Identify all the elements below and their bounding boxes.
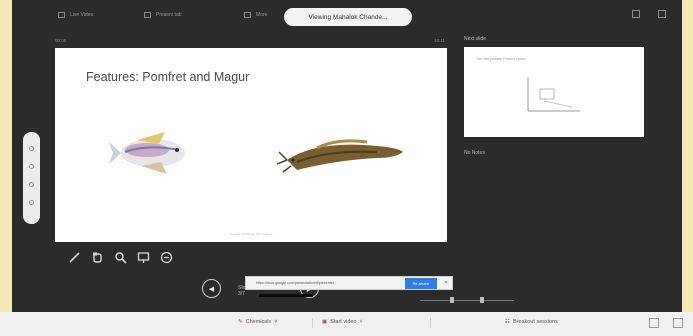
speaker-notes: No Notes — [464, 150, 485, 156]
current-slide[interactable]: Features: Pomfret and Magur Pomfret and … — [55, 48, 447, 242]
slide-title: Features: Pomfret and Magur — [86, 70, 250, 84]
viewing-banner: Viewing Mahalok Chande... — [284, 8, 412, 26]
chevron-down-icon: ˅ — [274, 319, 278, 325]
zoom-slider[interactable] — [420, 297, 514, 305]
share-toast: https://docs.google.com/presentation/d/p… — [245, 276, 453, 290]
top-item-more[interactable]: More — [244, 9, 267, 21]
bottom-taskbar: ✎ Chemicals ˅ ▣ Start video ˅ ☷ Breakout… — [0, 312, 693, 336]
reshare-button[interactable]: Re-share — [404, 277, 437, 289]
rail-dot-icon[interactable] — [29, 146, 34, 151]
zoom-icon[interactable] — [113, 250, 127, 264]
taskbar-item-breakout[interactable]: ☷ Breakout sessions — [505, 319, 558, 325]
people-icon: ☷ — [505, 319, 510, 325]
taskbar-label: Breakout sessions — [512, 319, 558, 325]
chevron-left-icon: ◀ — [208, 285, 215, 293]
pen-icon: ✎ — [238, 319, 243, 325]
video-icon — [58, 12, 65, 18]
divider — [312, 318, 313, 328]
divider — [430, 318, 431, 328]
slider-knob[interactable] — [480, 297, 484, 303]
window-controls — [632, 10, 666, 18]
rail-dot-icon[interactable] — [29, 200, 34, 205]
rail-dot-icon[interactable] — [29, 182, 34, 187]
share-icon — [144, 12, 151, 18]
minus-circle-icon[interactable] — [159, 250, 173, 264]
top-item-label: Live Video — [70, 12, 94, 18]
left-side-rail — [23, 132, 40, 224]
rail-dot-icon[interactable] — [29, 164, 34, 169]
hand-icon[interactable] — [90, 250, 104, 264]
timer-row: 00:00 10:11 — [55, 38, 445, 46]
pen-icon[interactable] — [67, 250, 81, 264]
slider-track — [420, 300, 514, 301]
top-toolbar: Live Video Present tab More Viewing Maha… — [12, 0, 682, 30]
next-slide-thumbnail[interactable]: Two fast profiles; Feature space — [464, 47, 644, 137]
top-item-present[interactable]: Present tab — [144, 9, 182, 21]
taskbar-item-start-video[interactable]: ▣ Start video ˅ — [322, 319, 363, 325]
next-slide-heading: Next slide — [464, 36, 486, 42]
close-icon[interactable] — [658, 10, 666, 18]
previous-slide-button[interactable]: ◀ — [202, 279, 221, 298]
taskbar-item-chemicals[interactable]: ✎ Chemicals ˅ — [238, 319, 278, 325]
taskbar-label: Chemicals — [245, 319, 272, 325]
next-slide-graph-image — [527, 77, 580, 112]
chevron-down-icon: ˅ — [359, 319, 363, 325]
window-icon[interactable] — [649, 318, 659, 328]
progress-bar — [259, 294, 313, 297]
top-item-live-video[interactable]: Live Video — [58, 9, 93, 21]
presenter-window: Live Video Present tab More Viewing Maha… — [12, 0, 682, 312]
more-icon — [244, 12, 251, 18]
settings-icon[interactable] — [632, 10, 640, 18]
clock: 10:11 — [434, 38, 445, 43]
pomfret-fish-image — [109, 132, 185, 174]
magur-fish-image — [277, 139, 403, 173]
next-slide-title: Two fast profiles; Feature space — [476, 57, 526, 61]
taskbar-label: Start video — [330, 319, 357, 325]
close-icon[interactable]: ✕ — [440, 280, 452, 286]
slider-knob[interactable] — [450, 297, 454, 303]
elapsed-timer: 00:00 — [55, 38, 67, 43]
presenter-tools — [67, 250, 173, 264]
more-icon[interactable] — [673, 318, 683, 328]
slide-footer: Pomfret and Magur fish features — [229, 232, 273, 236]
top-item-label: Present tab — [156, 12, 182, 18]
screen-icon[interactable] — [136, 250, 150, 264]
video-icon: ▣ — [322, 319, 328, 325]
taskbar-actions — [649, 318, 683, 328]
top-item-label: More — [256, 12, 268, 18]
toast-url: https://docs.google.com/presentation/d/p… — [256, 281, 334, 285]
